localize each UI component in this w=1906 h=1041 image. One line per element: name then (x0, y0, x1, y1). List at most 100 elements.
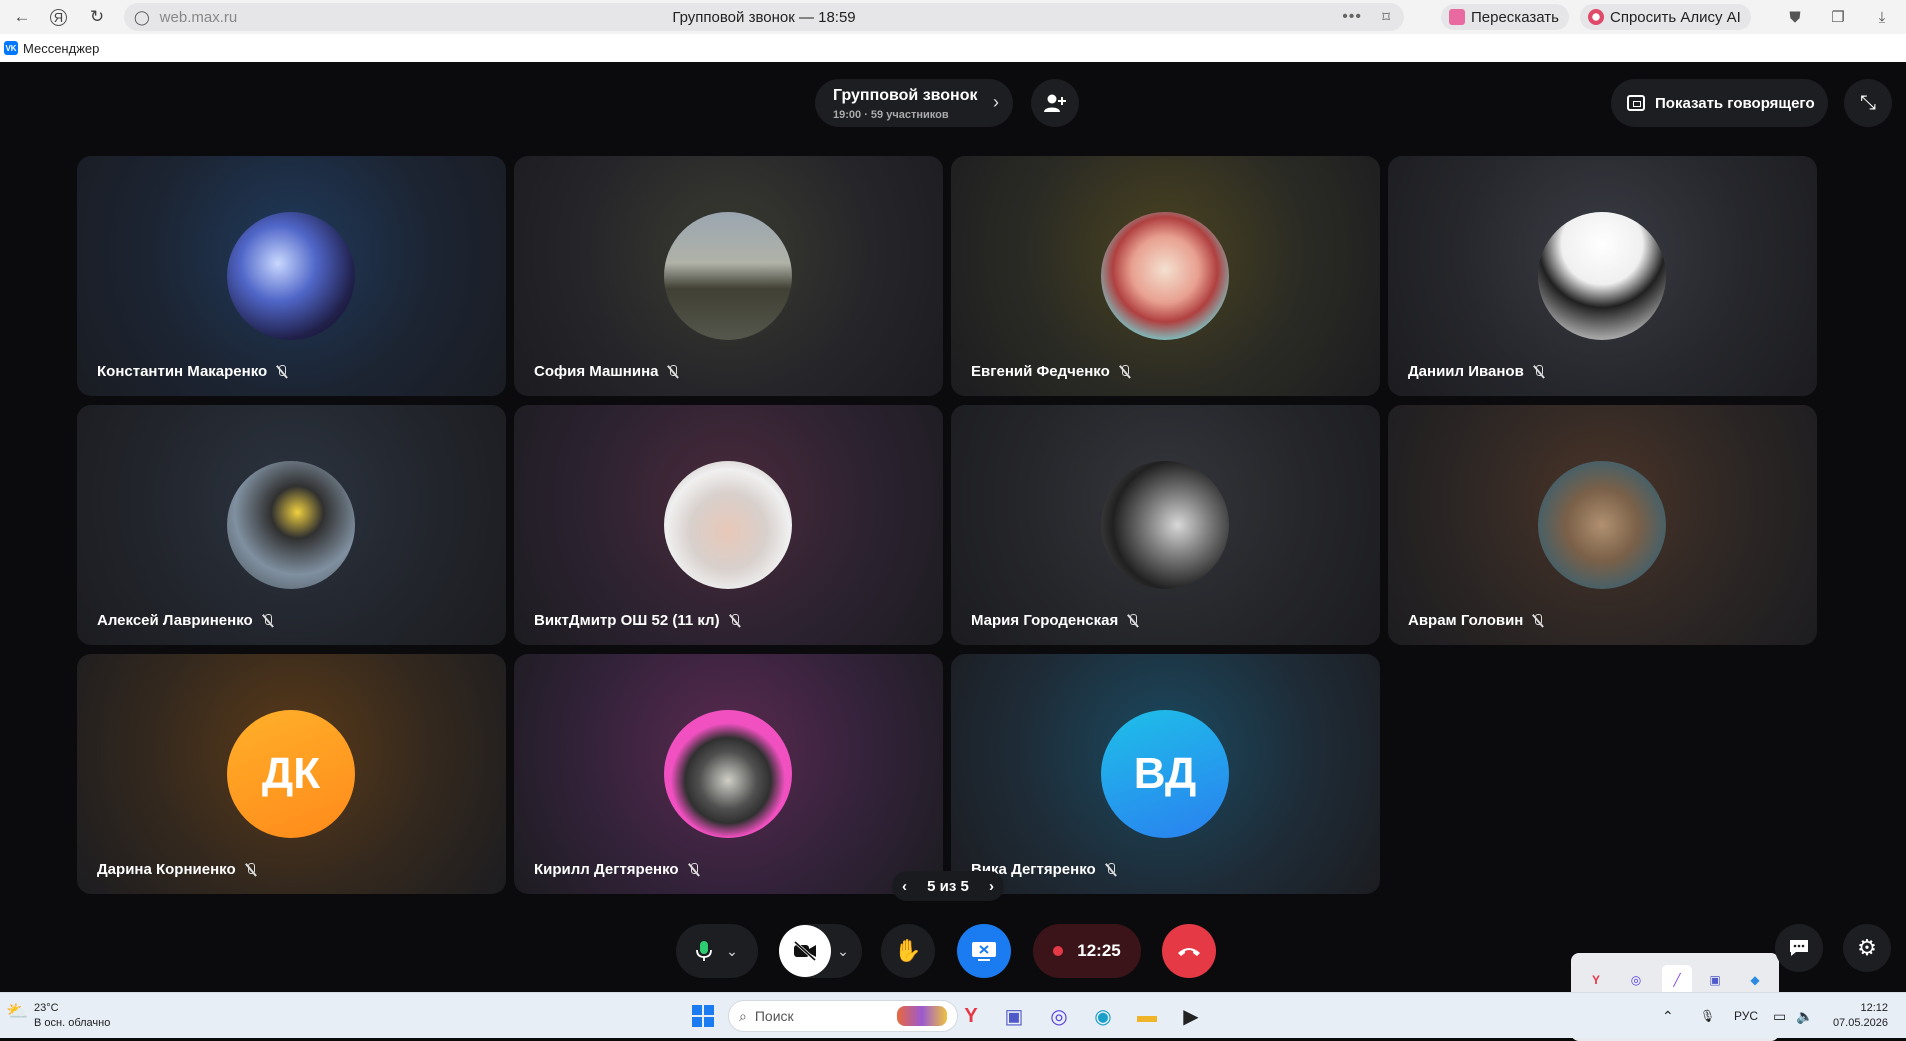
mic-tray-icon[interactable]: 🎙 (1700, 993, 1715, 1039)
clock[interactable]: 12:12 07.05.2026 (1833, 1001, 1888, 1031)
participant-tile[interactable]: ДК Дарина Корниенко (77, 654, 506, 894)
reload-icon[interactable]: ↻ (83, 3, 111, 31)
mic-off-icon (1126, 613, 1140, 628)
participant-tile[interactable]: Кирилл Дегтяренко (514, 654, 943, 894)
page-navigator: ‹ 5 из 5 › (892, 871, 1004, 901)
alice-icon (1588, 9, 1604, 25)
raise-hand-button[interactable]: ✋ (881, 924, 935, 978)
add-participant-button[interactable] (1031, 79, 1079, 127)
microphone-control[interactable]: ⌄ (676, 924, 758, 978)
language-indicator[interactable]: РУС (1734, 993, 1758, 1039)
participant-name: Аврам Головин (1408, 612, 1545, 629)
mic-off-icon (728, 613, 742, 628)
taskbar-teams-icon[interactable]: ▣ (998, 1000, 1030, 1032)
participant-tile[interactable]: ВД Вика Дегтяренко (951, 654, 1380, 894)
participant-tile[interactable]: Даниил Иванов (1388, 156, 1817, 396)
screen-share-icon (972, 942, 996, 961)
chat-icon (1790, 940, 1808, 956)
downloads-icon[interactable]: ⤓ (1870, 5, 1894, 29)
chevron-left-icon[interactable]: ‹ (902, 878, 907, 895)
network-icon[interactable]: ▭ (1773, 993, 1786, 1039)
tray-overflow-button[interactable]: ⌃ (1662, 993, 1674, 1039)
participant-tile[interactable]: Евгений Федченко (951, 156, 1380, 396)
chevron-right-icon[interactable]: › (989, 878, 994, 895)
participant-avatar (664, 710, 792, 838)
shield-icon: ◯ (134, 8, 150, 25)
url-text: web.max.ru (159, 8, 238, 26)
yandex-protect-icon[interactable]: Я (50, 8, 67, 26)
participant-name: Алексей Лавриненко (97, 612, 275, 629)
chevron-down-icon[interactable]: ⌄ (837, 943, 849, 960)
participant-avatar (1538, 461, 1666, 589)
taskbar-edge-icon[interactable]: ◉ (1087, 1000, 1119, 1032)
browser-toolbar: ← Я ↻ ◯ web.max.ru Групповой звонок — 18… (0, 0, 1906, 34)
show-speaker-label: Показать говорящего (1655, 94, 1815, 112)
pen-icon[interactable]: ╱ (1662, 965, 1692, 995)
chat-button[interactable] (1775, 924, 1823, 972)
max-app-icon[interactable]: ◎ (1623, 967, 1649, 993)
camera-off-button[interactable] (779, 925, 832, 977)
search-icon: ⌕ (739, 1007, 747, 1024)
more-icon[interactable]: ••• (1342, 8, 1362, 26)
participant-name: Кирилл Дегтяренко (534, 861, 701, 878)
recording-button[interactable]: 12:25 (1033, 924, 1141, 978)
participant-tile[interactable]: Аврам Головин (1388, 405, 1817, 645)
volume-icon[interactable]: 🔈 (1796, 993, 1813, 1039)
participant-tile[interactable]: ВиктДмитр ОШ 52 (11 кл) (514, 405, 943, 645)
bookmark-icon[interactable]: ⌑ (1382, 8, 1390, 26)
hangup-button[interactable] (1162, 924, 1216, 978)
camera-off-icon (794, 941, 817, 961)
participant-tile[interactable]: Константин Макаренко (77, 156, 506, 396)
mic-off-icon (1104, 862, 1118, 877)
teams-icon[interactable]: ▣ (1702, 967, 1728, 993)
ask-alice-button[interactable]: Спросить Алису AI (1580, 4, 1751, 30)
participant-avatar: ВД (1101, 710, 1229, 838)
mic-off-icon (1118, 364, 1132, 379)
back-icon[interactable]: ← (8, 3, 36, 31)
security-icon[interactable]: ◆ (1742, 967, 1768, 993)
taskbar-explorer-icon[interactable]: ▬ (1131, 1000, 1163, 1032)
taskbar-media-icon[interactable]: ▶ (1175, 1000, 1207, 1032)
vk-icon: VK (4, 41, 18, 55)
participant-tile[interactable]: София Машнина (514, 156, 943, 396)
weather-desc: В осн. облачно (34, 1017, 111, 1029)
record-dot-icon (1053, 946, 1064, 956)
clock-time: 12:12 (1860, 1002, 1888, 1014)
participant-avatar (227, 461, 355, 589)
taskbar-search[interactable]: ⌕ Поиск (728, 1000, 958, 1032)
participant-name: Константин Макаренко (97, 363, 289, 380)
add-user-icon (1044, 94, 1066, 112)
screen-share-button[interactable] (957, 924, 1011, 978)
participant-name: Дарина Корниенко (97, 861, 258, 878)
mic-off-icon (687, 862, 701, 877)
participant-tile[interactable]: Алексей Лавриненко (77, 405, 506, 645)
retell-icon (1449, 9, 1465, 25)
record-timer: 12:25 (1077, 941, 1121, 960)
gear-icon: ⚙ (1857, 935, 1877, 960)
participant-avatar (1101, 212, 1229, 340)
address-bar[interactable]: ◯ web.max.ru Групповой звонок — 18:59 ••… (124, 3, 1404, 31)
mic-off-icon (244, 862, 258, 877)
minimize-button[interactable]: ⤡ (1844, 79, 1892, 127)
extension-icon[interactable]: ⛊ (1783, 5, 1807, 29)
taskbar-yandex-icon[interactable]: Y (955, 1000, 987, 1032)
camera-control[interactable]: ⌄ (779, 924, 862, 978)
cloud-sun-icon: ⛅ (6, 1001, 29, 1021)
participant-tile[interactable]: Мария Городенская (951, 405, 1380, 645)
start-button[interactable] (687, 1000, 719, 1032)
call-subtitle: 19:00 · 59 участников (833, 109, 949, 121)
alice-label: Спросить Алису AI (1610, 8, 1741, 26)
clock-date: 07.05.2026 (1832, 1017, 1888, 1029)
chevron-down-icon[interactable]: ⌄ (726, 943, 738, 960)
collections-icon[interactable]: ❐ (1826, 5, 1850, 29)
show-speaker-button[interactable]: Показать говорящего (1611, 79, 1828, 127)
call-info-button[interactable]: Групповой звонок 19:00 · 59 участников › (815, 79, 1013, 127)
taskbar-max-icon[interactable]: ◎ (1043, 1000, 1075, 1032)
taskbar: ⛅ 23°C В осн. облачно ⌕ Поиск Y ▣ ◎ ◉ ▬ … (0, 992, 1906, 1038)
settings-button[interactable]: ⚙ (1843, 924, 1891, 972)
retell-button[interactable]: Пересказать (1441, 4, 1569, 30)
yandex-icon[interactable]: Y (1583, 967, 1609, 993)
bookmark-messenger[interactable]: Мессенджер (23, 41, 99, 56)
participant-name: Мария Городенская (971, 612, 1140, 629)
weather-widget[interactable]: ⛅ 23°C В осн. облачно (6, 1001, 110, 1031)
